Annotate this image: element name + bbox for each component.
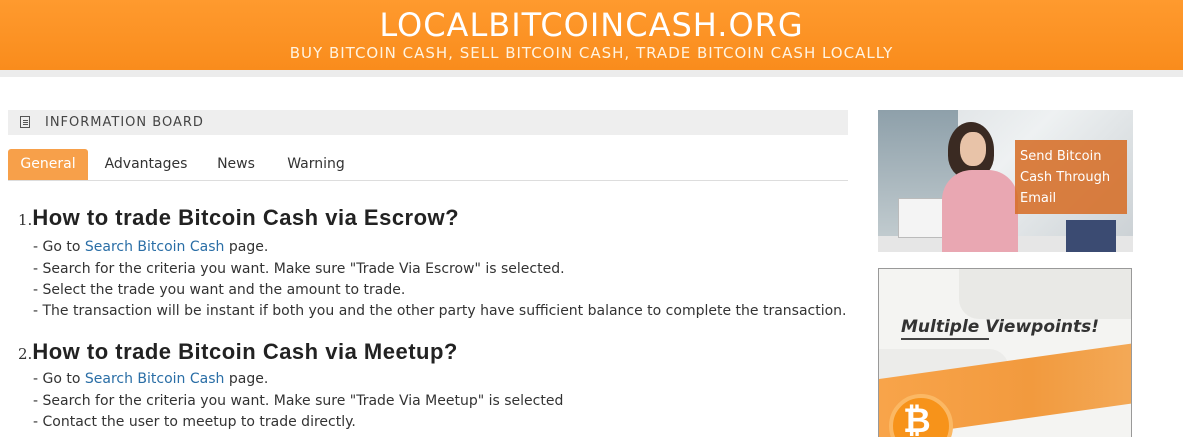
bitcoin-symbol-icon: ₿	[903, 401, 931, 437]
step-text: page.	[224, 239, 269, 255]
faq-title: How to trade Bitcoin Cash via Escrow?	[32, 205, 460, 230]
send-via-email-banner[interactable]: Send Bitcoin Cash Through Email	[878, 110, 1133, 252]
search-bitcoin-cash-link[interactable]: Search Bitcoin Cash	[85, 371, 225, 387]
step-text: - Go to	[33, 239, 85, 255]
woman-face	[960, 132, 986, 166]
site-tagline: BUY BITCOIN CASH, SELL BITCOIN CASH, TRA…	[289, 44, 894, 62]
multiple-viewpoints-banner[interactable]: Multiple Viewpoints! ₿	[878, 268, 1132, 437]
tab-warning[interactable]: Warning	[276, 149, 356, 180]
faq-step: - Search for the criteria you want. Make…	[33, 393, 564, 409]
search-bitcoin-cash-link[interactable]: Search Bitcoin Cash	[85, 239, 225, 255]
tab-general[interactable]: General	[8, 149, 88, 180]
faq-step: - Contact the user to meetup to trade di…	[33, 414, 356, 430]
faq-number: 1.	[18, 211, 33, 229]
step-text: page.	[224, 371, 269, 387]
faq-number: 2.	[18, 345, 33, 363]
chair-image	[1066, 220, 1116, 252]
faq-step: - Select the trade you want and the amou…	[33, 282, 406, 298]
faq-question-escrow: 1.How to trade Bitcoin Cash via Escrow?	[18, 205, 459, 231]
faq-question-meetup: 2.How to trade Bitcoin Cash via Meetup?	[18, 339, 458, 365]
site-title[interactable]: LOCALBITCOINCASH.ORG	[0, 6, 1183, 44]
tab-advantages[interactable]: Advantages	[96, 149, 196, 180]
tab-news[interactable]: News	[204, 149, 268, 180]
faq-title: How to trade Bitcoin Cash via Meetup?	[32, 339, 458, 364]
site-header: LOCALBITCOINCASH.ORG BUY BITCOIN CASH, S…	[0, 0, 1183, 70]
banner-headline: Multiple Viewpoints!	[901, 317, 1099, 340]
information-board-header: INFORMATION BOARD	[8, 110, 848, 135]
faq-step: - Search for the criteria you want. Make…	[33, 261, 565, 277]
faq-step: - The transaction will be instant if bot…	[33, 303, 847, 319]
woman-image	[942, 170, 1018, 252]
header-divider	[0, 70, 1183, 77]
faq-step: - Go to Search Bitcoin Cash page.	[33, 371, 268, 387]
information-board-title: INFORMATION BOARD	[45, 115, 204, 130]
banner-text: Send Bitcoin Cash Through Email	[1020, 149, 1111, 206]
speech-bubble	[959, 269, 1131, 319]
document-icon	[20, 116, 30, 128]
faq-step: - Go to Search Bitcoin Cash page.	[33, 239, 268, 255]
step-text: - Go to	[33, 371, 85, 387]
information-tabs: General Advantages News Warning	[8, 149, 848, 181]
